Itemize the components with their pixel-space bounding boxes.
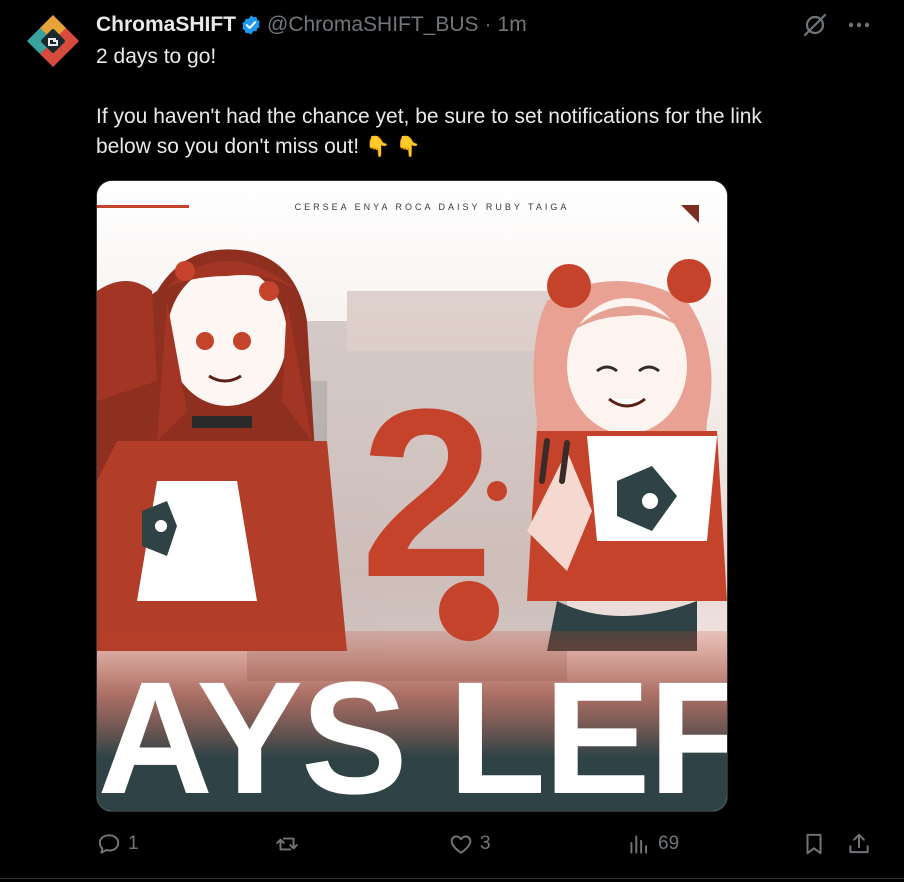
heart-icon <box>450 835 472 854</box>
action-bar: 1 3 69 <box>96 826 876 862</box>
chromashift-logo-icon <box>27 15 79 67</box>
avatar[interactable] <box>24 12 82 70</box>
post-header: ChromaSHIFT @ChromaSHIFT_BUS · 1m <box>96 12 527 38</box>
top-stripe <box>97 205 189 208</box>
repost-button[interactable] <box>274 826 306 862</box>
analytics-icon <box>630 835 648 854</box>
divider <box>0 878 904 879</box>
post[interactable]: ChromaSHIFT @ChromaSHIFT_BUS · 1m 2 days… <box>0 0 904 882</box>
like-count: 3 <box>480 833 491 854</box>
banner-text: DAYS LEFT <box>97 648 727 811</box>
like-button[interactable]: 3 <box>448 826 491 862</box>
post-image[interactable]: CERSEA ENYA ROCA DAISY RUBY TAIGA 2 AYS … <box>96 180 728 812</box>
views-button[interactable]: 69 <box>626 826 679 862</box>
post-text-line-1: 2 days to go! <box>96 45 217 68</box>
pointing-down-emoji: 👇 👇 <box>365 136 421 158</box>
handle[interactable]: @ChromaSHIFT_BUS <box>267 13 479 37</box>
timestamp[interactable]: 1m <box>498 13 527 37</box>
grok-button[interactable] <box>800 10 830 40</box>
reply-icon <box>98 834 120 854</box>
display-name[interactable]: ChromaSHIFT <box>96 13 236 37</box>
countdown-illustration: CERSEA ENYA ROCA DAISY RUBY TAIGA 2 AYS … <box>97 181 727 811</box>
share-button[interactable] <box>846 826 872 862</box>
share-icon <box>849 833 869 854</box>
reply-count: 1 <box>128 833 139 854</box>
separator-dot: · <box>484 13 492 36</box>
post-text-line-3: below so you don't miss out! <box>96 135 360 158</box>
repost-icon <box>276 837 298 851</box>
top-actions <box>800 10 874 40</box>
verified-badge-icon <box>240 14 262 36</box>
view-count: 69 <box>658 833 680 854</box>
more-horizontal-icon <box>848 22 870 28</box>
bookmark-icon <box>806 833 822 855</box>
member-names: CERSEA ENYA ROCA DAISY RUBY TAIGA <box>295 202 570 212</box>
reply-button[interactable]: 1 <box>96 826 139 862</box>
grok-icon <box>803 13 827 37</box>
post-text: 2 days to go! If you haven't had the cha… <box>96 42 866 162</box>
post-text-line-2: If you haven't had the chance yet, be su… <box>96 105 762 128</box>
bookmark-button[interactable] <box>801 826 827 862</box>
more-options-button[interactable] <box>844 10 874 40</box>
